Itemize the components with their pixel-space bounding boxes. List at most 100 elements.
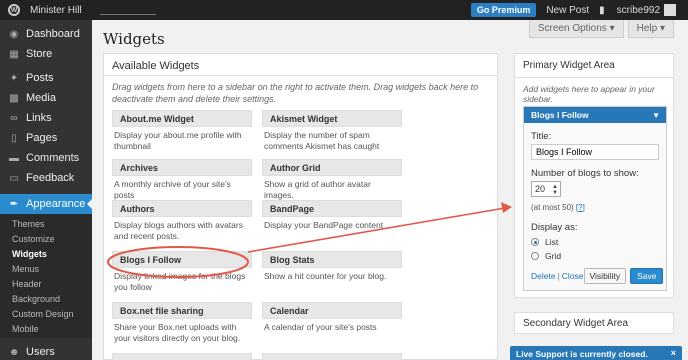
primary-widget-area-title[interactable]: Primary Widget Area [515,54,673,78]
widget-title[interactable]: Archives [112,159,252,176]
caret-down-icon[interactable]: ▼ [652,111,660,120]
admin-sidebar: ◉ Dashboard ▦ Store ✦ Posts ▩ Media ∞ Links ▯… [0,20,92,360]
widget-title[interactable]: Authors [112,200,252,217]
widget-title[interactable]: Blogs I Follow [112,251,252,268]
widget-blogs-i-follow[interactable]: Blogs I Follow Display linked images for… [112,251,252,293]
site-name-link[interactable]: Minister Hill [30,5,82,16]
stepper-arrows-icon[interactable]: ▲ ▼ [552,184,558,196]
appearance-submenu: Themes Customize Widgets Menus Header Ba… [0,214,92,338]
widget-header[interactable]: Blogs I Follow ▼ [524,107,666,123]
widget-title[interactable]: Box.net file sharing [112,302,252,319]
new-post-link[interactable]: New Post [546,5,589,16]
display-option-list[interactable]: List [531,237,659,247]
widget-description: Display blogs authors with avatars and r… [114,220,243,242]
submenu-mobile[interactable]: Mobile [0,321,92,336]
widget-akismet[interactable]: Akismet Widget Display the number of spa… [262,110,402,152]
widget-description: Display linked images for the blogs you … [114,271,246,293]
widget-title[interactable]: BandPage [262,200,402,217]
widget-archives[interactable]: Archives A monthly archive of your site'… [112,159,252,201]
close-icon[interactable]: × [671,348,676,358]
widget-description: Display the number of spam comments Akis… [264,130,380,152]
widget-calendar[interactable]: Calendar A calendar of your site's posts [262,302,402,333]
separator: | [557,271,560,281]
username-link[interactable]: scribe992 [617,5,660,16]
title-label: Title: [531,131,552,142]
submenu-themes[interactable]: Themes [0,216,92,231]
dashboard-icon: ◉ [9,28,19,40]
help-link[interactable]: [?] [576,203,585,212]
radio-icon[interactable] [531,252,539,260]
widget-title[interactable]: Blog Stats [262,251,402,268]
submenu-background[interactable]: Background [0,291,92,306]
help-button[interactable]: Help ▾ [627,20,674,38]
widget-about-me[interactable]: About.me Widget Display your about.me pr… [112,110,252,152]
sidebar-item-dashboard[interactable]: ◉ Dashboard [0,24,92,44]
widget-title[interactable]: Akismet Widget [262,110,402,127]
close-link[interactable]: Close [562,271,584,281]
widget-description: Show a hit counter for your blog. [264,271,387,281]
bell-icon[interactable]: ▮ [599,5,605,16]
screen-options-button[interactable]: Screen Options ▾ [528,20,624,38]
sidebar-item-users[interactable]: ☻ Users [0,342,92,360]
widget-description: Display your BandPage content [264,220,384,230]
screen-meta-links: Screen Options ▾ Help ▾ [528,20,674,38]
brush-icon: ✒ [9,198,19,210]
feedback-icon: ▭ [9,172,19,184]
sidebar-item-feedback[interactable]: ▭ Feedback [0,168,92,188]
widget-box-net[interactable]: Box.net file sharing Share your Box.net … [112,302,252,344]
comment-icon: ▬ [9,152,19,164]
max-note: (at most 50) [?] [531,203,585,212]
count-label: Number of blogs to show: [531,168,639,179]
available-widgets-title: Available Widgets [104,54,497,76]
wordpress-logo-icon[interactable]: W [0,0,28,20]
page-icon: ▯ [11,132,17,144]
widget-title[interactable]: About.me Widget [112,110,252,127]
available-widgets-description: Drag widgets from here to a sidebar on t… [112,82,479,104]
display-option-grid[interactable]: Grid [531,251,659,261]
blogs-i-follow-widget: Blogs I Follow ▼ Title: Number of blogs … [523,106,667,291]
go-premium-button[interactable]: Go Premium [470,3,537,17]
radio-selected-icon[interactable] [531,238,539,246]
submenu-widgets[interactable]: Widgets [0,246,92,261]
widget-partial[interactable] [112,353,252,360]
visibility-button[interactable]: Visibility [583,268,627,284]
submenu-menus[interactable]: Menus [0,261,92,276]
media-icon: ▩ [9,92,19,104]
user-icon: ☻ [8,346,20,358]
widget-authors[interactable]: Authors Display blogs authors with avata… [112,200,252,242]
sidebar-item-media[interactable]: ▩ Media [0,88,92,108]
secondary-widget-area[interactable]: Secondary Widget Area [514,312,674,334]
widget-bandpage[interactable]: BandPage Display your BandPage content [262,200,402,231]
widget-title[interactable]: Author Grid [262,159,402,176]
primary-widget-area: Primary Widget Area Add widgets here to … [514,53,674,298]
sidebar-item-links[interactable]: ∞ Links [0,108,92,128]
sidebar-item-comments[interactable]: ▬ Comments [0,148,92,168]
delete-link[interactable]: Delete [531,271,556,281]
widget-partial[interactable] [262,353,402,360]
pin-icon: ✦ [9,72,19,84]
save-button[interactable]: Save [630,268,664,284]
page-title: Widgets [103,30,165,48]
annotation-arrowhead [501,202,512,213]
title-input[interactable] [531,144,659,160]
widget-author-grid[interactable]: Author Grid Show a grid of author avatar… [262,159,402,201]
available-widgets-panel: Available Widgets Drag widgets from here… [103,53,498,360]
admin-bar: W Minister Hill Go Premium New Post ▮ sc… [0,0,688,20]
submenu-header[interactable]: Header [0,276,92,291]
widget-description: A monthly archive of your site's posts [114,179,231,201]
widget-blog-stats[interactable]: Blog Stats Show a hit counter for your b… [262,251,402,282]
widget-description: A calendar of your site's posts [264,322,377,332]
sidebar-item-store[interactable]: ▦ Store [0,44,92,64]
display-label: Display as: [531,222,578,233]
blog-count-stepper[interactable]: 20 ▲ ▼ [531,181,561,197]
sidebar-item-pages[interactable]: ▯ Pages [0,128,92,148]
live-support-bar[interactable]: Live Support is currently closed. × [510,346,682,360]
avatar[interactable] [664,4,676,16]
sidebar-item-appearance[interactable]: ✒ Appearance [0,194,92,214]
widget-description: Show a grid of author avatar images. [264,179,371,201]
widget-title[interactable]: Calendar [262,302,402,319]
submenu-custom-design[interactable]: Custom Design [0,306,92,321]
submenu-customize[interactable]: Customize [0,231,92,246]
site-url-placeholder [99,13,156,15]
sidebar-item-posts[interactable]: ✦ Posts [0,68,92,88]
